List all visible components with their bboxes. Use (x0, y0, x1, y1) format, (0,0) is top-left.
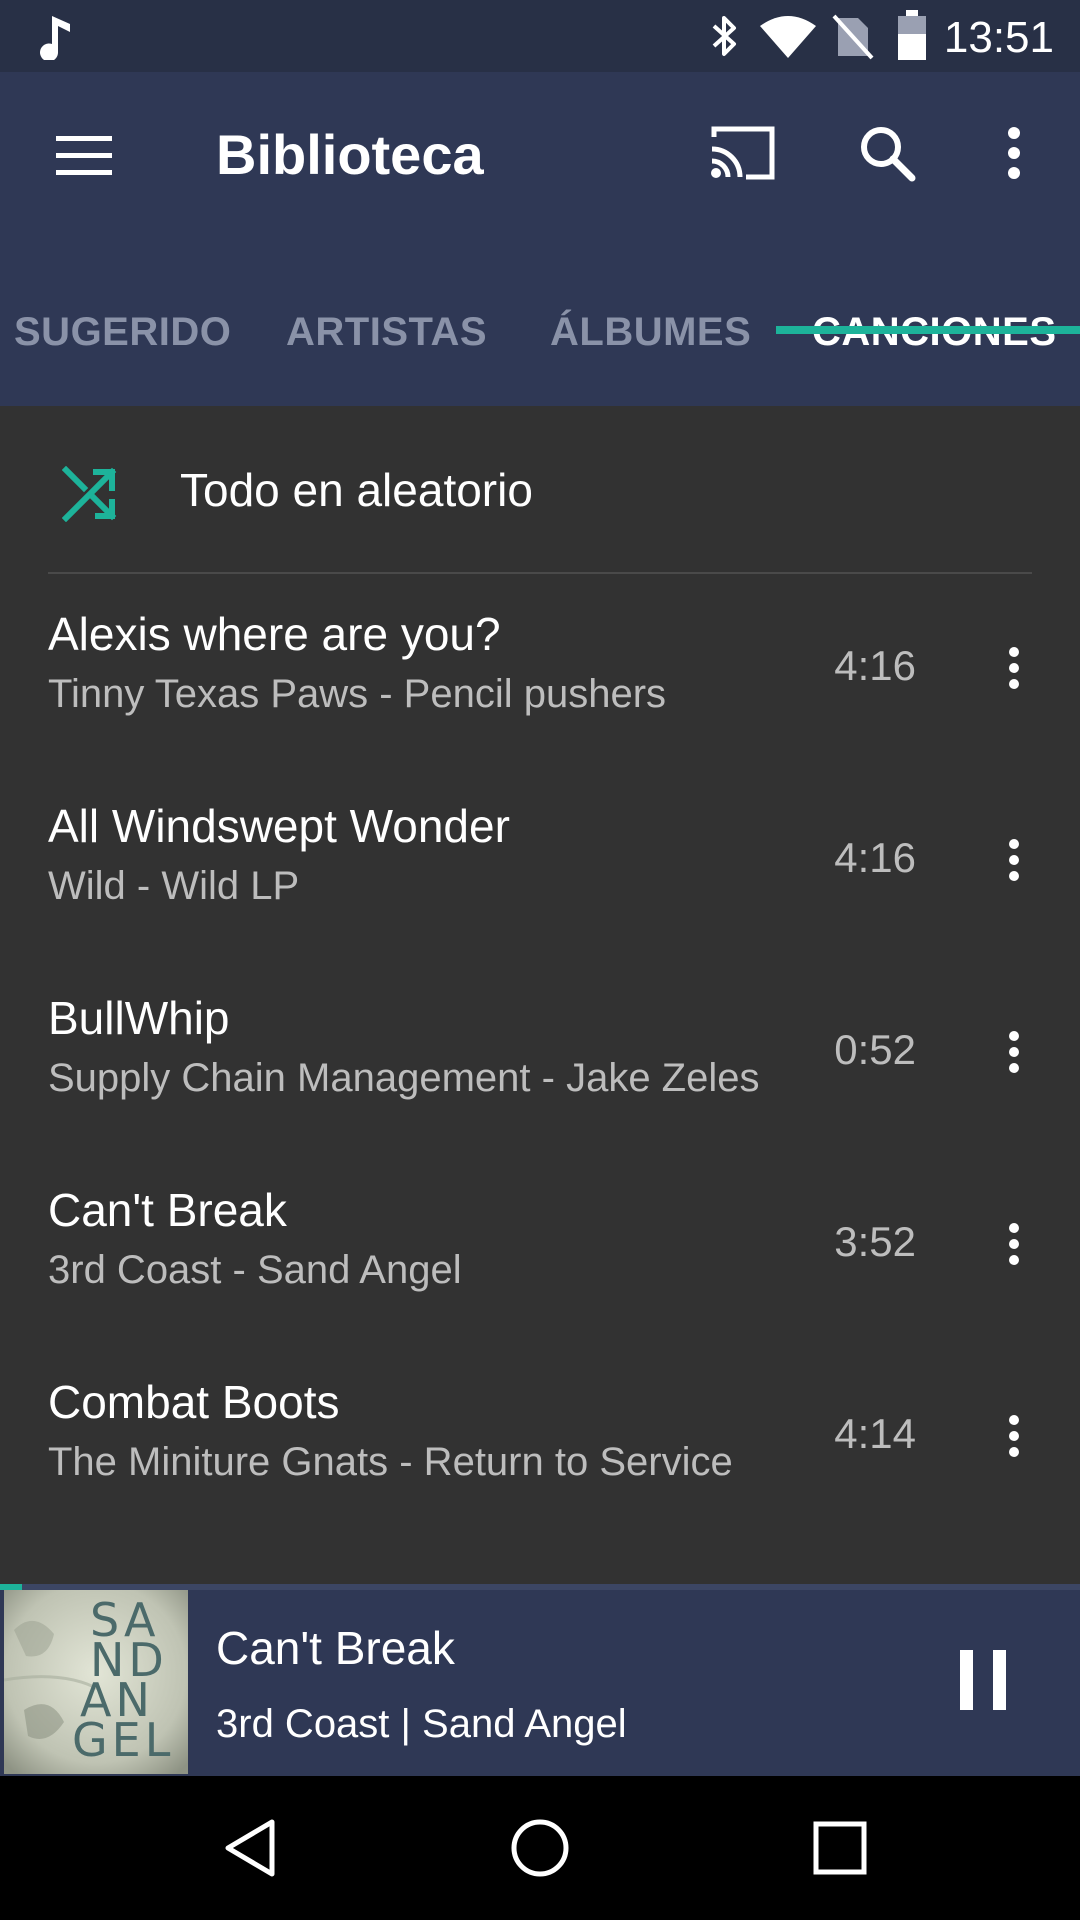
cast-button[interactable] (698, 108, 788, 198)
song-subtitle: 3rd Coast - Sand Angel (48, 1248, 462, 1292)
album-art-text: SA ND AN GEL (72, 1593, 175, 1767)
no-sim-icon (832, 14, 874, 60)
more-vert-icon (1009, 1415, 1019, 1457)
song-more-button[interactable] (990, 1400, 1038, 1472)
song-title: Combat Boots (48, 1376, 340, 1428)
search-icon (861, 127, 916, 182)
more-vert-icon (1009, 1223, 1019, 1265)
song-row[interactable]: Can't Break 3rd Coast - Sand Angel 3:52 (0, 1152, 1080, 1344)
song-row[interactable]: BullWhip Supply Chain Management - Jake … (0, 960, 1080, 1152)
tab-sugerido[interactable]: SUGERIDO (14, 292, 231, 372)
song-row[interactable]: Combat Boots The Miniture Gnats - Return… (0, 1344, 1080, 1536)
wifi-icon (760, 16, 816, 58)
cast-icon (711, 126, 775, 180)
shuffle-all-label: Todo en aleatorio (180, 464, 533, 516)
status-bar: 13:51 (0, 0, 1080, 72)
song-row[interactable]: All Windswept Wonder Wild - Wild LP 4:16 (0, 768, 1080, 960)
status-time: 13:51 (943, 13, 1054, 62)
song-duration: 4:14 (834, 1410, 916, 1457)
search-button[interactable] (842, 108, 932, 198)
song-duration: 4:16 (834, 642, 916, 689)
now-playing-subtitle: 3rd Coast | Sand Angel (216, 1702, 627, 1746)
tab-artistas[interactable]: ARTISTAS (286, 292, 487, 372)
recents-button[interactable] (790, 1798, 890, 1898)
shuffle-icon (62, 466, 117, 522)
page-title: Biblioteca (216, 123, 484, 186)
song-duration: 3:52 (834, 1218, 916, 1265)
song-subtitle: Tinny Texas Paws - Pencil pushers (48, 672, 667, 716)
song-title: Alexis where are you? (48, 608, 501, 660)
song-title: BullWhip (48, 992, 230, 1044)
bluetooth-icon (712, 16, 736, 56)
more-vert-icon (1008, 127, 1020, 179)
song-row[interactable]: Alexis where are you? Tinny Texas Paws -… (0, 576, 1080, 768)
now-playing-title: Can't Break (216, 1622, 455, 1674)
now-playing-bar[interactable]: SA ND AN GEL Can't Break 3rd Coast | San… (0, 1584, 1080, 1776)
divider (48, 572, 1032, 574)
active-tab-indicator (776, 326, 1080, 334)
app-bar: Biblioteca SUGERIDO ARTISTAS ÁLBUMES CAN… (0, 72, 1080, 406)
song-title: Can't Break (48, 1184, 287, 1236)
pause-button[interactable] (950, 1642, 1016, 1718)
menu-button[interactable] (40, 112, 128, 200)
menu-icon (56, 136, 112, 175)
system-nav-bar (0, 1776, 1080, 1920)
recents-icon (813, 1821, 867, 1875)
battery-icon (898, 10, 926, 60)
home-button[interactable] (490, 1798, 590, 1898)
song-duration: 0:52 (834, 1026, 916, 1073)
tab-albumes[interactable]: ÁLBUMES (550, 292, 751, 372)
shuffle-all-row[interactable]: Todo en aleatorio (0, 406, 1080, 572)
song-subtitle: Wild - Wild LP (48, 864, 300, 908)
album-art[interactable]: SA ND AN GEL (4, 1590, 188, 1774)
overflow-menu-button[interactable] (986, 108, 1042, 198)
back-icon (225, 1819, 275, 1877)
song-duration: 4:16 (834, 834, 916, 881)
more-vert-icon (1009, 1031, 1019, 1073)
song-more-button[interactable] (990, 632, 1038, 704)
song-more-button[interactable] (990, 1016, 1038, 1088)
more-vert-icon (1009, 839, 1019, 881)
song-more-button[interactable] (990, 824, 1038, 896)
home-icon (511, 1819, 569, 1877)
back-button[interactable] (200, 1798, 300, 1898)
pause-icon (960, 1650, 1006, 1710)
song-subtitle: Supply Chain Management - Jake Zeles (48, 1056, 760, 1100)
song-more-button[interactable] (990, 1208, 1038, 1280)
more-vert-icon (1009, 647, 1019, 689)
music-note-icon (40, 16, 70, 60)
song-title: All Windswept Wonder (48, 800, 510, 852)
song-subtitle: The Miniture Gnats - Return to Service (48, 1440, 733, 1484)
